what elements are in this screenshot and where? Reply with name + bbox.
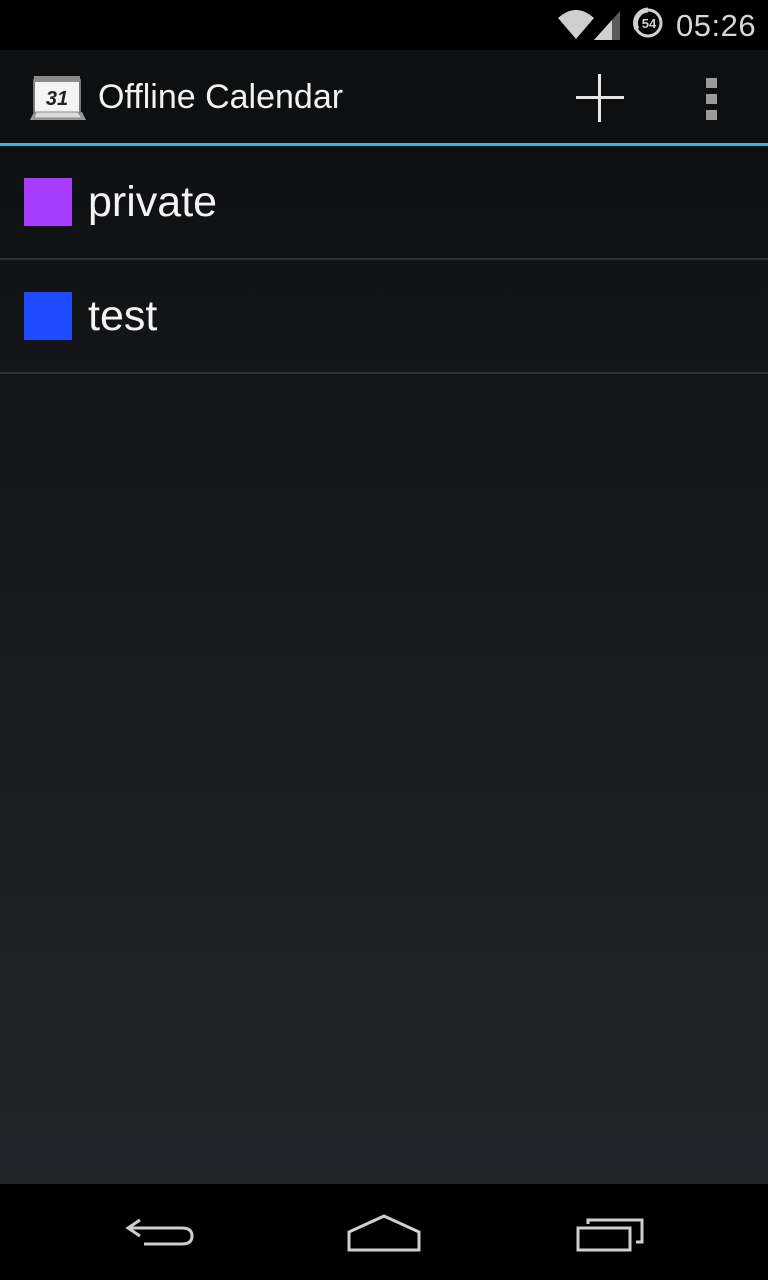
screen: 54 05:26 31 Offline Calendar private tes… [0,0,768,1280]
recents-button[interactable] [560,1202,660,1262]
home-icon [347,1214,421,1252]
signal-icon [594,9,622,45]
add-calendar-button[interactable] [566,66,634,130]
data-saver-icon: 54 [632,7,664,39]
calendar-color-swatch [24,292,72,340]
navigation-bar [0,1184,768,1280]
data-badge: 54 [642,16,657,31]
recents-icon [576,1218,644,1252]
app-title: Offline Calendar [98,78,344,116]
calendar-app-icon[interactable]: 31 [30,72,86,122]
overflow-menu-icon [706,78,717,120]
calendar-item-test[interactable]: test [0,260,768,374]
calendar-item-private[interactable]: private [0,146,768,260]
status-bar: 54 05:26 [0,0,768,50]
calendar-app-icon-day: 31 [46,88,68,110]
back-icon [125,1218,194,1246]
add-icon [576,74,624,122]
calendar-item-label: private [88,178,218,226]
calendar-list: private test [0,146,768,374]
back-button[interactable] [110,1202,210,1262]
calendar-item-label: test [88,292,158,340]
action-bar: 31 Offline Calendar [0,50,768,146]
wifi-icon [557,8,595,45]
status-clock: 05:26 [676,8,757,43]
calendar-color-swatch [24,178,72,226]
home-button[interactable] [334,1202,434,1262]
overflow-menu-button[interactable] [690,66,734,130]
